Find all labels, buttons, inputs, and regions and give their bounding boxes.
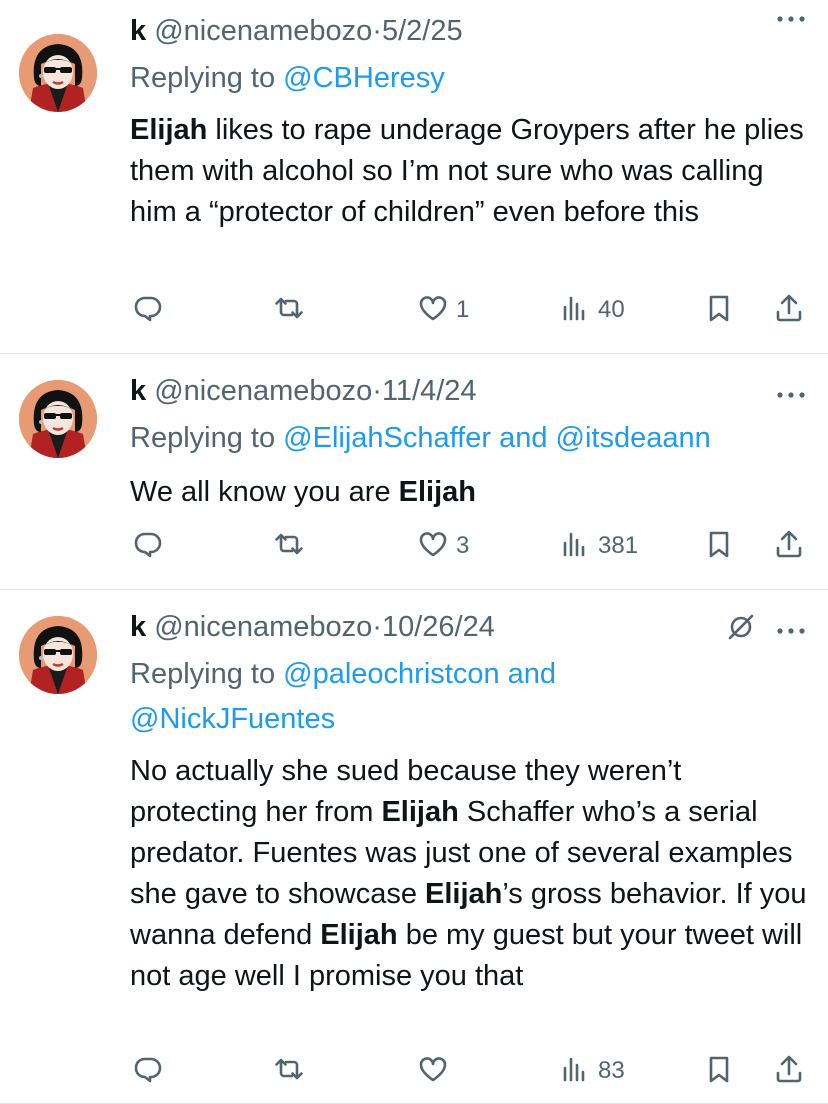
like-button[interactable]: 3 (418, 526, 469, 566)
tweet-header: k @nicenamebozo·5/2/25 (130, 14, 808, 48)
views-button[interactable]: 40 (560, 290, 625, 330)
reply-button[interactable] (133, 1051, 171, 1091)
tweet-actions: 1 40 (0, 290, 828, 330)
more-icon[interactable] (776, 12, 806, 24)
reply-button[interactable] (133, 290, 171, 330)
views-icon (560, 529, 590, 564)
views-button[interactable]: 83 (560, 1051, 625, 1091)
tweet[interactable]: k @nicenamebozo·5/2/25 Replying to @CBHe… (0, 0, 828, 354)
share-button[interactable] (774, 290, 804, 330)
reply-icon (133, 293, 163, 328)
bookmark-icon (704, 293, 734, 328)
reply-icon (133, 529, 163, 564)
tweet-text-segment: likes to rape underage Groypers after he… (130, 114, 804, 228)
bookmark-icon (704, 1054, 734, 1089)
mute-icon[interactable] (726, 612, 756, 642)
more-icon[interactable] (776, 624, 806, 636)
tweet-text-bold: Elijah (425, 878, 503, 910)
tweet-text-bold: Elijah (398, 476, 477, 508)
bookmark-button[interactable] (704, 526, 734, 566)
avatar[interactable] (19, 380, 97, 458)
replying-to-label: Replying to (130, 422, 276, 454)
heart-icon (418, 529, 448, 564)
separator-dot: · (372, 611, 382, 643)
mention-link[interactable]: @paleochristcon (283, 658, 499, 690)
replying-to: Replying to @paleochristcon and @NickJFu… (130, 652, 630, 742)
reply-icon (133, 1054, 163, 1089)
separator-dot: · (372, 15, 382, 47)
tweet-text-bold: Elijah (381, 796, 459, 828)
separator-dot: · (372, 375, 382, 407)
tweet-text: No actually she sued because they weren’… (130, 751, 812, 997)
tweet-date[interactable]: 10/26/24 (382, 611, 495, 643)
tweet-text: We all know you are Elijah (130, 472, 812, 513)
tweet-text-bold: Elijah (130, 114, 208, 146)
replying-to-label: Replying to (130, 658, 276, 690)
repost-button[interactable] (274, 526, 312, 566)
display-name[interactable]: k (130, 611, 146, 643)
bookmark-button[interactable] (704, 1051, 734, 1091)
share-icon (774, 293, 804, 328)
views-button[interactable]: 381 (560, 526, 638, 566)
repost-button[interactable] (274, 1051, 312, 1091)
bookmark-button[interactable] (704, 290, 734, 330)
mention-joiner: and (507, 658, 557, 690)
share-button[interactable] (774, 526, 804, 566)
mention-link[interactable]: @itsdeaann (556, 422, 711, 454)
repost-icon (274, 293, 304, 328)
reply-button[interactable] (133, 526, 171, 566)
views-icon (560, 293, 590, 328)
avatar[interactable] (19, 34, 97, 112)
tweet-text-bold: Elijah (320, 919, 398, 951)
user-handle[interactable]: @nicenamebozo (154, 375, 372, 407)
more-icon[interactable] (776, 388, 806, 400)
tweet[interactable]: k @nicenamebozo·10/26/24 Replying to @pa… (0, 590, 828, 1104)
share-button[interactable] (774, 1051, 804, 1091)
like-count: 3 (456, 532, 470, 559)
tweet-actions: 3 381 (0, 526, 828, 566)
tweet-text-segment: We all know you are (130, 476, 399, 508)
mention-link[interactable]: @CBHeresy (283, 62, 445, 94)
tweet-header: k @nicenamebozo·10/26/24 (130, 610, 808, 644)
share-icon (774, 529, 804, 564)
mention-joiner: and (499, 422, 548, 454)
repost-button[interactable] (274, 290, 312, 330)
view-count: 381 (598, 532, 639, 559)
avatar[interactable] (19, 616, 97, 694)
replying-to: Replying to @CBHeresy (130, 56, 808, 101)
tweet-date[interactable]: 5/2/25 (382, 15, 463, 47)
heart-icon (418, 293, 448, 328)
like-button[interactable]: 1 (418, 290, 469, 330)
repost-icon (274, 1054, 304, 1089)
tweet-text: Elijah likes to rape underage Groypers a… (130, 110, 812, 233)
mention-link[interactable]: @ElijahSchaffer (283, 422, 491, 454)
tweet[interactable]: k @nicenamebozo·11/4/24 Replying to @Eli… (0, 354, 828, 590)
repost-icon (274, 529, 304, 564)
display-name[interactable]: k (130, 15, 146, 47)
heart-icon (418, 1054, 448, 1089)
replying-to-label: Replying to (130, 62, 276, 94)
tweet-date[interactable]: 11/4/24 (382, 375, 477, 407)
replying-to: Replying to @ElijahSchaffer and @itsdeaa… (130, 416, 808, 461)
share-icon (774, 1054, 804, 1089)
bookmark-icon (704, 529, 734, 564)
tweet-header: k @nicenamebozo·11/4/24 (130, 374, 808, 408)
display-name[interactable]: k (130, 375, 146, 407)
mention-link[interactable]: @NickJFuentes (130, 703, 335, 735)
views-icon (560, 1054, 590, 1089)
tweet-actions: 83 (0, 1051, 828, 1091)
view-count: 40 (598, 296, 625, 323)
like-count: 1 (456, 296, 470, 323)
view-count: 83 (598, 1057, 625, 1084)
like-button[interactable] (418, 1051, 456, 1091)
user-handle[interactable]: @nicenamebozo (154, 611, 372, 643)
user-handle[interactable]: @nicenamebozo (154, 15, 372, 47)
